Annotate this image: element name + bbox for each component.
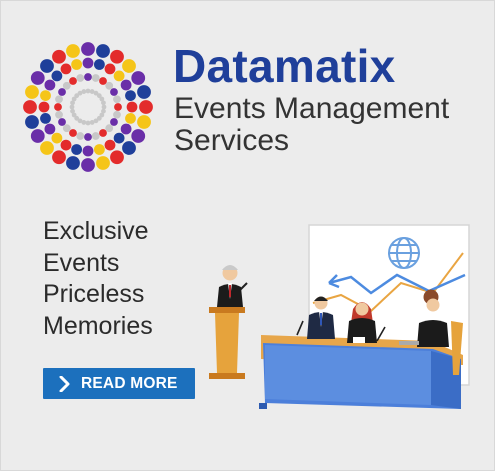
logo-dot	[125, 112, 136, 124]
logo-dot	[101, 100, 106, 106]
read-more-label: READ MORE	[81, 374, 178, 392]
logo-dot	[122, 141, 136, 155]
logo-dot	[114, 103, 122, 111]
logo-dot	[113, 95, 121, 104]
logo-dot	[105, 124, 114, 133]
logo-dot	[125, 90, 136, 102]
logo-dot	[30, 129, 45, 143]
slogan: Exclusive Events Priceless Memories	[43, 216, 153, 342]
advertisement-banner: Datamatix Events Management Services Exc…	[0, 0, 495, 471]
logo-dot	[66, 156, 80, 170]
logo-dot	[40, 59, 54, 73]
dotted-starburst-logo	[23, 42, 153, 172]
logo-dot	[91, 74, 100, 82]
logo-dot	[93, 144, 105, 155]
logo-dot	[55, 95, 63, 104]
logo-dot	[44, 79, 56, 91]
logo-dot	[58, 118, 66, 126]
logo-dot	[69, 77, 77, 85]
logo-dot	[23, 100, 37, 114]
brand-name: Datamatix	[173, 40, 396, 92]
logo-dot	[81, 42, 95, 56]
logo-dot	[51, 70, 63, 82]
logo-dot	[54, 103, 62, 111]
logo-dot	[139, 100, 153, 114]
logo-dot	[69, 129, 77, 137]
logo-dot	[113, 132, 125, 144]
logo-dot	[71, 59, 83, 70]
logo-dot	[81, 89, 87, 94]
slogan-line-3: Priceless	[43, 280, 145, 308]
logo-dot	[113, 70, 125, 82]
brand-tagline: Events Management Services	[174, 93, 449, 157]
logo-dot	[93, 59, 105, 70]
logo-dot	[62, 124, 71, 133]
logo-dot	[126, 101, 138, 113]
logo-dot	[113, 110, 121, 119]
logo-dot	[60, 139, 72, 151]
logo-dot	[104, 63, 116, 75]
logo-dot	[81, 158, 95, 172]
logo-dot	[110, 150, 124, 165]
logo-dot	[60, 63, 72, 75]
logo-dot	[89, 120, 95, 125]
tagline-line-1: Events Management	[174, 92, 450, 125]
chevron-right-icon	[53, 368, 77, 399]
logo-dot	[122, 59, 136, 73]
logo-dot	[55, 110, 63, 119]
logo-dot	[82, 57, 94, 69]
logo-dot	[25, 85, 39, 99]
logo-dot	[76, 74, 85, 82]
logo-dot	[110, 49, 124, 64]
logo-dot	[52, 49, 66, 64]
logo-dot	[62, 81, 71, 90]
logo-dot	[71, 144, 83, 155]
logo-dot	[51, 132, 63, 144]
logo-dot	[96, 156, 110, 170]
logo-dot	[85, 120, 91, 126]
tagline-line-2: Services	[174, 124, 290, 157]
logo-dot	[84, 73, 92, 81]
conference-panel-illustration	[209, 224, 470, 409]
speaker-figure	[217, 265, 243, 307]
read-more-button[interactable]: READ MORE	[43, 368, 195, 399]
logo-dot	[110, 118, 118, 126]
logo-dot	[104, 139, 116, 151]
logo-dot	[99, 77, 107, 85]
logo-dot	[137, 85, 151, 99]
logo-dot	[131, 71, 146, 85]
logo-dot	[120, 123, 132, 135]
logo-dot	[30, 71, 45, 85]
logo-dot	[91, 132, 100, 140]
slogan-line-2: Events	[43, 248, 120, 277]
logo-dot	[137, 115, 151, 129]
logo-dot	[84, 133, 92, 141]
logo-dot	[40, 141, 54, 155]
logo-dot	[40, 90, 51, 102]
logo-dot	[38, 101, 50, 113]
logo-dot	[66, 44, 80, 58]
logo-dot	[99, 129, 107, 137]
logo-dot	[76, 132, 85, 140]
slogan-line-4: Memories	[43, 311, 153, 340]
logo-dot	[110, 88, 118, 96]
logo-dot	[69, 104, 75, 110]
logo-dot	[40, 112, 51, 124]
logo-dot	[131, 129, 146, 143]
logo-dot	[58, 88, 66, 96]
logo-dot	[70, 108, 75, 114]
logo-dot	[82, 145, 94, 157]
logo-dot	[44, 123, 56, 135]
logo-dot	[101, 104, 107, 110]
logo-dot	[25, 115, 39, 129]
logo-dot	[120, 79, 132, 91]
logo-dot	[105, 81, 114, 90]
logo-dot	[85, 88, 91, 94]
logo-dot	[96, 44, 110, 58]
logo-dot	[52, 150, 66, 165]
slogan-line-1: Exclusive	[43, 217, 149, 245]
